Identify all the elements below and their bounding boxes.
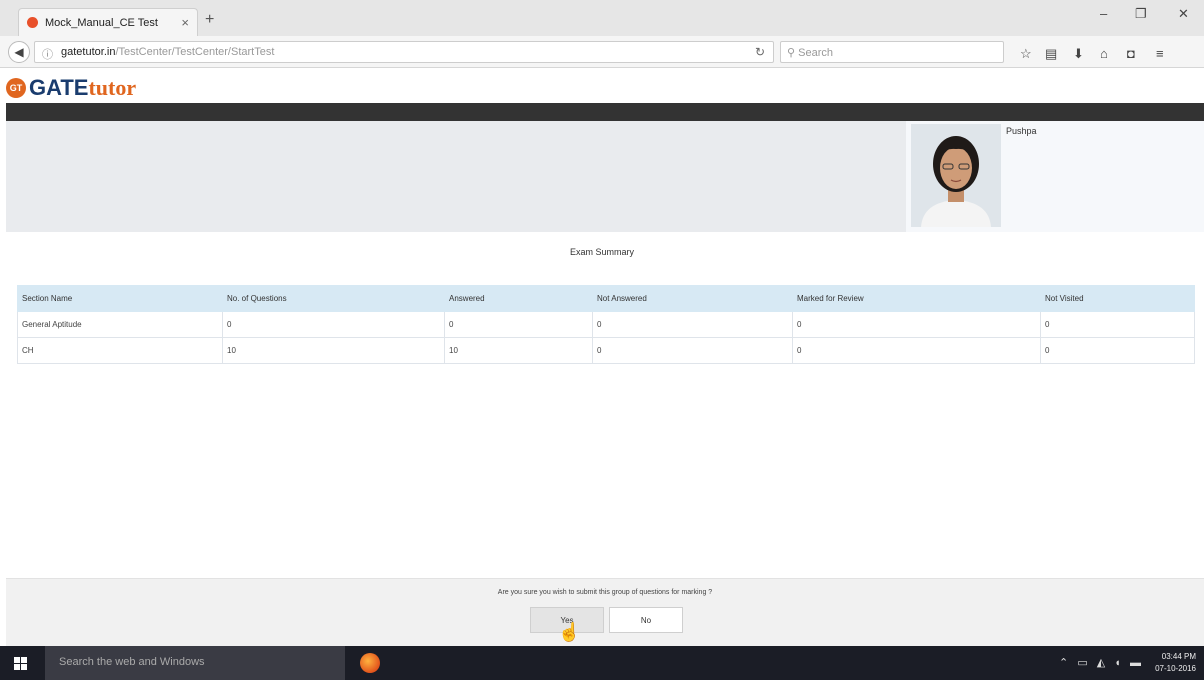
- home-icon[interactable]: ⌂: [1100, 46, 1108, 61]
- taskbar-search-input[interactable]: Search the web and Windows: [45, 646, 345, 680]
- column-header: Not Visited: [1040, 285, 1195, 312]
- menu-icon[interactable]: ≡: [1156, 46, 1164, 61]
- tab-close-icon[interactable]: ×: [181, 15, 189, 30]
- bookmark-star-icon[interactable]: ☆: [1020, 46, 1032, 62]
- taskbar-clock[interactable]: 03:44 PM 07-10-2016: [1155, 651, 1196, 675]
- hand-cursor-icon: ☝: [558, 622, 581, 642]
- logo-badge: GT: [6, 78, 26, 98]
- gatetutor-logo[interactable]: GT GATE tutor: [6, 75, 136, 101]
- table-cell: 0: [222, 311, 445, 338]
- windows-taskbar: Search the web and Windows ⌃ ▭ ◭ ◖ ▬ 03:…: [0, 646, 1204, 680]
- close-window-button[interactable]: ✕: [1178, 6, 1189, 22]
- browser-nav-bar: ◀ ⓘ gatetutor.in/TestCenter/TestCenter/S…: [0, 36, 1204, 68]
- table-cell: 10: [444, 337, 593, 364]
- site-favicon-icon: [27, 17, 38, 28]
- table-cell: 0: [1040, 311, 1195, 338]
- table-row: General Aptitude 0 0 0 0 0: [17, 311, 1195, 338]
- table-cell: General Aptitude: [17, 311, 223, 338]
- system-tray-icons[interactable]: ⌃ ▭ ◭ ◖ ▬: [1059, 656, 1144, 669]
- column-header: Marked for Review: [792, 285, 1041, 312]
- table-cell: 10: [222, 337, 445, 364]
- column-header: Answered: [444, 285, 593, 312]
- browser-tab-bar: Mock_Manual_CE Test × + – ❐ ✕: [0, 0, 1204, 36]
- windows-start-icon[interactable]: [14, 657, 27, 670]
- table-cell: 0: [592, 311, 793, 338]
- candidate-name: Pushpa: [1006, 126, 1037, 136]
- url-host: gatetutor.in: [61, 46, 116, 58]
- clock-date: 07-10-2016: [1155, 664, 1196, 673]
- exam-info-panel: [6, 121, 906, 232]
- tab-title: Mock_Manual_CE Test: [45, 16, 158, 29]
- table-cell: 0: [792, 311, 1041, 338]
- candidate-photo: [911, 124, 1001, 227]
- column-header: No. of Questions: [222, 285, 445, 312]
- column-header: Section Name: [17, 285, 223, 312]
- firefox-icon[interactable]: [360, 653, 380, 673]
- table-cell: 0: [1040, 337, 1195, 364]
- minimize-button[interactable]: –: [1100, 6, 1107, 21]
- table-row: CH 10 10 0 0 0: [17, 337, 1195, 364]
- logo-gate-text: GATE: [29, 75, 89, 100]
- confirmation-question: Are you sure you wish to submit this gro…: [497, 589, 713, 596]
- new-tab-button[interactable]: +: [205, 11, 214, 29]
- search-placeholder: Search: [798, 47, 833, 59]
- site-info-icon[interactable]: ⓘ: [42, 46, 53, 62]
- browser-search-input[interactable]: ⚲ Search: [780, 41, 1004, 63]
- url-path: /TestCenter/TestCenter/StartTest: [115, 46, 275, 58]
- submit-confirmation-panel: Are you sure you wish to submit this gro…: [6, 578, 1204, 646]
- browser-tab[interactable]: Mock_Manual_CE Test ×: [18, 8, 198, 36]
- address-bar[interactable]: ⓘ gatetutor.in/TestCenter/TestCenter/Sta…: [34, 41, 774, 63]
- reading-list-icon[interactable]: ▤: [1045, 46, 1057, 62]
- table-header-row: Section Name No. of Questions Answered N…: [17, 285, 1195, 312]
- table-cell: 0: [444, 311, 593, 338]
- clock-time: 03:44 PM: [1161, 652, 1196, 661]
- search-icon: ⚲: [787, 47, 796, 59]
- back-button[interactable]: ◀: [8, 41, 30, 63]
- table-cell: CH: [17, 337, 223, 364]
- download-icon[interactable]: ⬇: [1073, 46, 1084, 62]
- back-arrow-icon: ◀: [14, 45, 24, 59]
- candidate-profile: Pushpa: [906, 121, 1204, 232]
- reload-icon[interactable]: ↻: [755, 45, 765, 59]
- exam-summary-title: Exam Summary: [569, 247, 634, 257]
- logo-tutor-text: tutor: [88, 75, 137, 100]
- table-cell: 0: [792, 337, 1041, 364]
- exam-summary-table: Section Name No. of Questions Answered N…: [17, 285, 1195, 364]
- pocket-icon[interactable]: ◘: [1127, 46, 1135, 61]
- header-divider-bar: [6, 103, 1204, 121]
- no-button[interactable]: No: [609, 607, 683, 633]
- maximize-button[interactable]: ❐: [1135, 6, 1147, 22]
- table-cell: 0: [592, 337, 793, 364]
- column-header: Not Answered: [592, 285, 793, 312]
